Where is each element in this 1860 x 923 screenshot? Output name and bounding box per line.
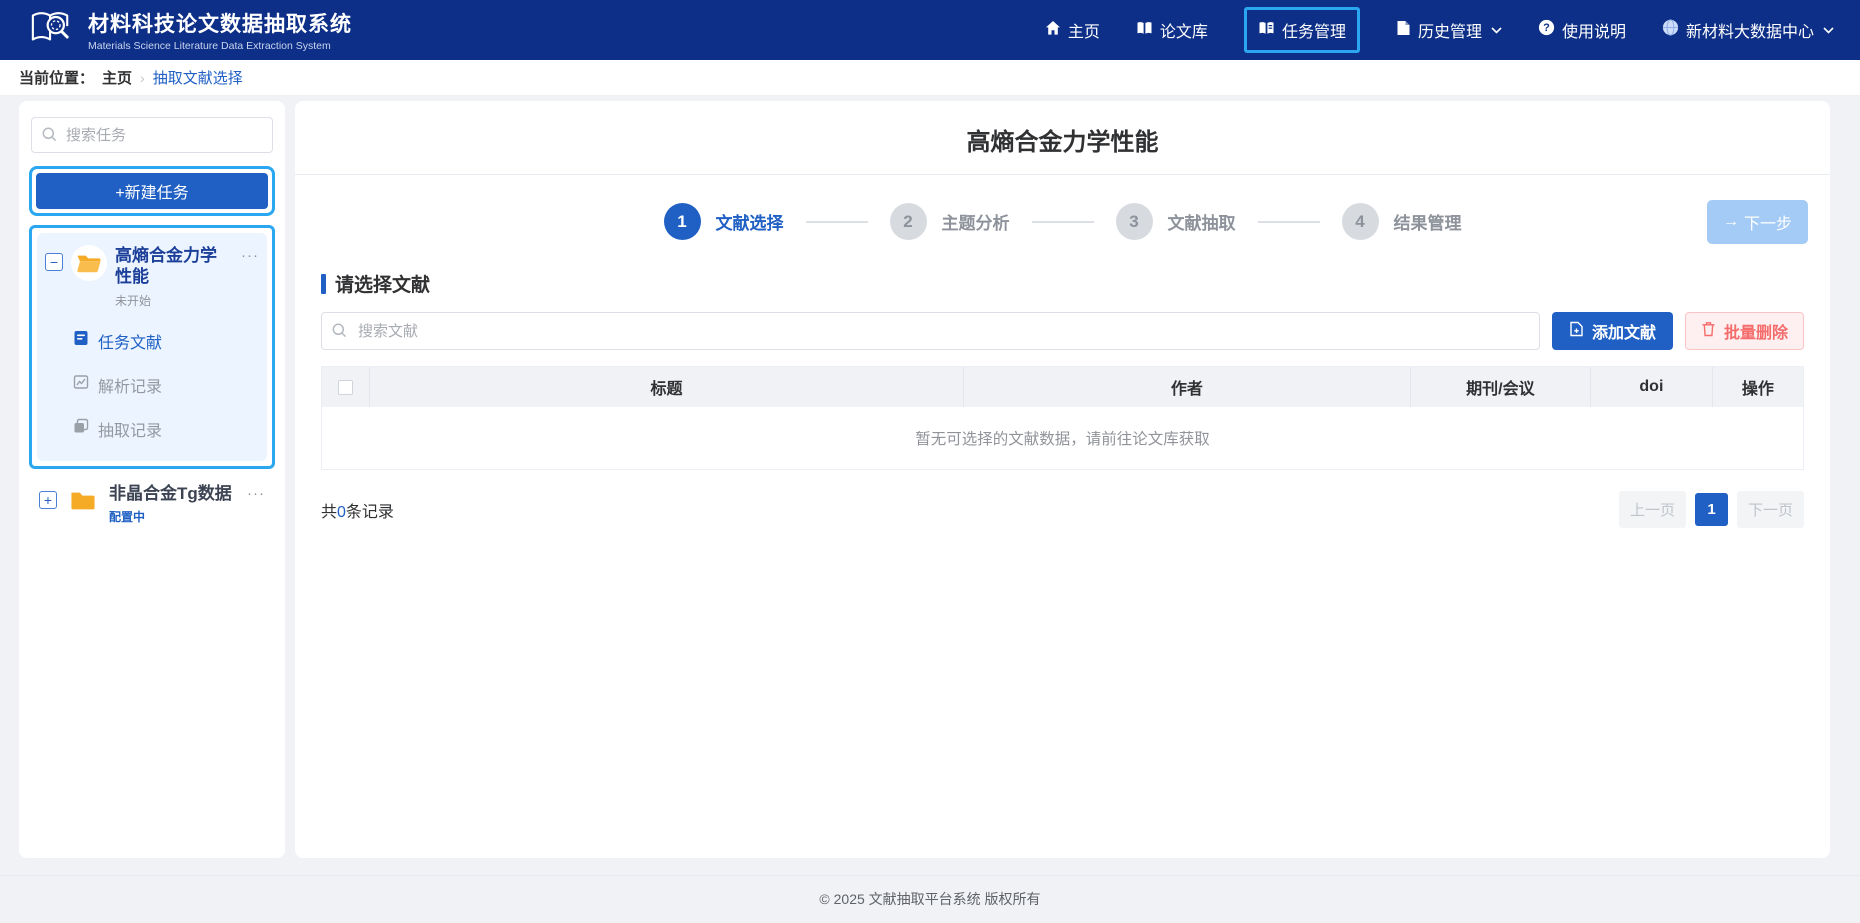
copyright-text: © 2025 文献抽取平台系统 版权所有 — [819, 889, 1040, 909]
page-title: 高熵合金力学性能 — [295, 101, 1830, 175]
main-nav: 主页 论文库 任务管理 历史管理 ? 使用说明 新材料大数据中心 — [1045, 7, 1834, 53]
folder-closed-icon — [65, 483, 101, 519]
highlight-box-new-task: +新建任务 — [29, 166, 275, 216]
step-topic-analysis: 2 主题分析 — [890, 203, 1010, 240]
main-panel: 高熵合金力学性能 1 文献选择 2 主题分析 3 文献抽取 4 结果管理 → — [295, 101, 1830, 858]
section-title: 请选择文献 — [321, 270, 1804, 297]
trash-icon — [1701, 321, 1716, 342]
app-logo: 材料科技论文数据抽取系统 Materials Science Literatur… — [26, 7, 352, 54]
book-magnifier-logo-icon — [26, 7, 76, 54]
step-connector — [1258, 221, 1320, 223]
layers-copy-icon — [73, 418, 89, 439]
documents-table: 标题 作者 期刊/会议 doi 操作 暂无可选择的文献数据，请前往论文库获取 — [321, 366, 1804, 470]
expand-plus-icon[interactable]: + — [39, 491, 57, 509]
step-result-management: 4 结果管理 — [1342, 203, 1462, 240]
table-header-checkbox-cell — [322, 367, 370, 407]
task-name[interactable]: 非晶合金Tg数据 — [109, 483, 239, 504]
column-header-doi: doi — [1591, 367, 1713, 407]
column-header-author: 作者 — [964, 367, 1411, 407]
library-book-icon — [1136, 20, 1153, 41]
column-header-title: 标题 — [370, 367, 964, 407]
next-step-button[interactable]: → 下一步 — [1707, 200, 1808, 244]
breadcrumb-current: 抽取文献选择 — [153, 67, 243, 88]
next-page-button[interactable]: 下一页 — [1737, 491, 1804, 528]
sidebar-item-parse-records[interactable]: 解析记录 — [73, 363, 259, 407]
nav-item-user-guide[interactable]: ? 使用说明 — [1538, 18, 1626, 42]
step-indicator: 1 文献选择 2 主题分析 3 文献抽取 4 结果管理 → 下一步 — [295, 175, 1830, 268]
select-all-checkbox[interactable] — [338, 380, 353, 395]
breadcrumb: 当前位置： 主页 › 抽取文献选择 — [0, 60, 1860, 96]
sidebar-item-extract-records[interactable]: 抽取记录 — [73, 407, 259, 451]
task-item-collapsed: + 非晶合金Tg数据 配置中 ··· — [29, 469, 275, 539]
task-search — [31, 117, 273, 153]
task-name[interactable]: 高熵合金力学性能 — [115, 245, 233, 288]
list-footer: 共0条记录 上一页 1 下一页 — [321, 491, 1804, 528]
column-header-journal: 期刊/会议 — [1411, 367, 1591, 407]
records-count: 共0条记录 — [321, 498, 394, 522]
current-page-button[interactable]: 1 — [1695, 493, 1728, 526]
more-options-icon[interactable]: ··· — [241, 247, 259, 264]
task-sub-menu: 任务文献 解析记录 抽取记录 — [73, 319, 259, 451]
app-title: 材料科技论文数据抽取系统 — [88, 8, 352, 38]
task-status-badge: 配置中 — [109, 508, 239, 525]
breadcrumb-label: 当前位置： — [19, 67, 94, 88]
table-header-row: 标题 作者 期刊/会议 doi 操作 — [322, 367, 1803, 407]
globe-icon — [1662, 19, 1679, 41]
app-subtitle: Materials Science Literature Data Extrac… — [88, 40, 352, 52]
document-search — [321, 312, 1540, 350]
search-icon — [332, 323, 347, 343]
help-question-icon: ? — [1538, 19, 1555, 41]
nav-item-home[interactable]: 主页 — [1045, 18, 1100, 42]
chart-record-icon — [73, 374, 89, 395]
nav-item-task-management[interactable]: 任务管理 — [1244, 7, 1360, 53]
sidebar-item-task-documents[interactable]: 任务文献 — [73, 319, 259, 363]
page-footer: © 2025 文献抽取平台系统 版权所有 — [0, 858, 1860, 923]
highlight-box-task-group: − 高熵合金力学性能 未开始 ··· 任务文献 — [29, 225, 275, 469]
step-literature-selection: 1 文献选择 — [664, 203, 784, 240]
more-options-icon[interactable]: ··· — [247, 485, 265, 502]
document-plus-icon — [1569, 321, 1584, 342]
task-status-badge: 未开始 — [115, 292, 233, 309]
breadcrumb-separator: › — [140, 70, 145, 86]
svg-text:?: ? — [1543, 22, 1550, 34]
content-area: +新建任务 − 高熵合金力学性能 未开始 ··· — [0, 96, 1860, 858]
nav-item-paper-library[interactable]: 论文库 — [1136, 18, 1208, 42]
add-document-button[interactable]: 添加文献 — [1552, 312, 1673, 350]
nav-item-new-materials-data-center[interactable]: 新材料大数据中心 — [1662, 18, 1834, 42]
column-header-actions: 操作 — [1713, 367, 1803, 407]
top-navbar: 材料科技论文数据抽取系统 Materials Science Literatur… — [0, 0, 1860, 60]
home-icon — [1045, 20, 1061, 41]
batch-delete-button[interactable]: 批量删除 — [1685, 312, 1804, 350]
chevron-down-icon — [1823, 21, 1834, 39]
collapse-minus-icon[interactable]: − — [45, 253, 63, 271]
search-icon — [42, 127, 57, 147]
document-icon — [73, 330, 89, 351]
breadcrumb-home-link[interactable]: 主页 — [102, 67, 132, 88]
document-toolbar: 添加文献 批量删除 — [321, 312, 1804, 350]
prev-page-button[interactable]: 上一页 — [1619, 491, 1686, 528]
table-empty-state: 暂无可选择的文献数据，请前往论文库获取 — [322, 407, 1803, 469]
task-search-input[interactable] — [31, 117, 273, 153]
step-connector — [1032, 221, 1094, 223]
folder-open-icon — [71, 245, 107, 281]
task-item-expanded: − 高熵合金力学性能 未开始 ··· 任务文献 — [37, 233, 267, 461]
history-file-icon — [1396, 20, 1411, 41]
section-title-bar — [321, 274, 326, 294]
nav-item-history-management[interactable]: 历史管理 — [1396, 18, 1502, 42]
task-sidebar: +新建任务 − 高熵合金力学性能 未开始 ··· — [19, 101, 285, 858]
task-book-icon — [1258, 20, 1275, 41]
arrow-right-icon: → — [1723, 213, 1739, 231]
new-task-button[interactable]: +新建任务 — [36, 173, 268, 209]
step-literature-extraction: 3 文献抽取 — [1116, 203, 1236, 240]
pagination: 上一页 1 下一页 — [1619, 491, 1804, 528]
step-connector — [806, 221, 868, 223]
document-search-input[interactable] — [321, 312, 1540, 350]
chevron-down-icon — [1491, 21, 1502, 39]
